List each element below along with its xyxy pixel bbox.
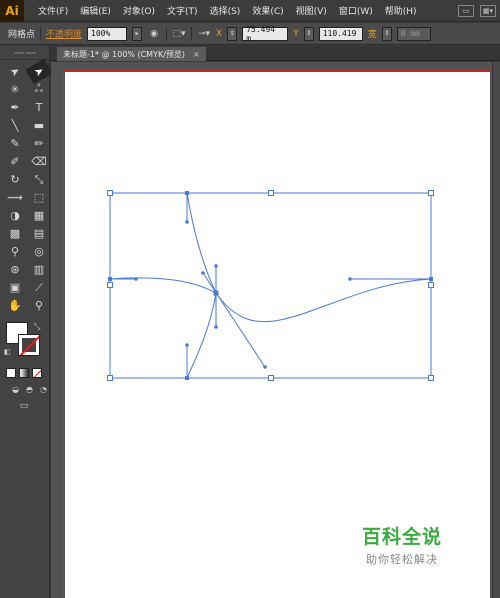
watermark-subtitle: 助你轻松解决 (366, 553, 438, 566)
control-bar: 网格点 不透明度 100% ▸ ◉ ⬚▾ ⊸▾ X ⇕ 75.494 m Y ⇕… (0, 23, 500, 45)
menu-items: 文件(F) 编辑(E) 对象(O) 文字(T) 选择(S) 效果(C) 视图(V… (32, 4, 423, 17)
artboard-tool-icon[interactable]: ▣ (4, 279, 26, 296)
panel-grip[interactable] (0, 46, 49, 60)
opacity-input[interactable]: 100% (87, 26, 128, 41)
document-tab-title: 未标题-1* @ 100% (CMYK/预览) (63, 49, 186, 59)
tools-grid: ➤ ➤ ✳ ஃ ✒ T ╲ ▬ ✎ ✏ ✐ ⌫ ↻ ⤡ ⟿ ⬚ ◑ ▦ ▩ ▤ ⚲ ◎ ⊛ ▥ ▣ ⟋ ✋ ⚲ (0, 58, 53, 314)
menu-type[interactable]: 文字(T) (161, 4, 204, 17)
draw-normal-icon[interactable]: ◒ (10, 384, 21, 394)
anchor-convert-icon[interactable]: ⊸▾ (197, 27, 211, 41)
menu-select[interactable]: 选择(S) (204, 4, 247, 17)
gradient-tool-icon[interactable]: ▤ (28, 225, 50, 242)
none-mode-button[interactable] (32, 368, 42, 378)
opacity-dropdown-icon[interactable]: ▸ (132, 26, 143, 41)
close-icon[interactable]: × (193, 50, 200, 59)
type-tool-icon[interactable]: T (28, 99, 50, 116)
zoom-tool-icon[interactable]: ⚲ (28, 297, 50, 314)
w-stepper[interactable]: ⇕ (381, 26, 392, 41)
blob-brush-tool-icon[interactable]: ✐ (4, 153, 26, 170)
stroke-swatch[interactable] (18, 334, 40, 356)
align-to-icon[interactable]: ⬚▾ (172, 27, 186, 41)
lasso-tool-icon[interactable]: ஃ (28, 81, 50, 98)
blend-tool-icon[interactable]: ◎ (28, 243, 50, 260)
menu-bar: Ai 文件(F) 编辑(E) 对象(O) 文字(T) 选择(S) 效果(C) 视… (0, 0, 500, 22)
y-label: Y (293, 28, 299, 39)
pencil-tool-icon[interactable]: ✏ (28, 135, 50, 152)
eraser-tool-icon[interactable]: ⌫ (28, 153, 50, 170)
document-tab-bar: 未标题-1* @ 100% (CMYK/预览) × (51, 46, 500, 61)
app-logo: Ai (0, 0, 24, 22)
w-input[interactable]: 0 mm (396, 26, 431, 41)
menu-object[interactable]: 对象(O) (117, 4, 161, 17)
menu-window[interactable]: 窗口(W) (333, 4, 379, 17)
magic-wand-tool-icon[interactable]: ✳ (4, 81, 26, 98)
draw-mode-row: ◒ ◓ ◔ (0, 384, 49, 394)
canvas-area[interactable] (51, 62, 500, 598)
column-graph-tool-icon[interactable]: ▥ (28, 261, 50, 278)
swap-fill-stroke-icon[interactable]: ⤡ (34, 322, 40, 332)
perspective-grid-tool-icon[interactable]: ▦ (28, 207, 50, 224)
paintbrush-tool-icon[interactable]: ✎ (4, 135, 26, 152)
pen-tool-icon[interactable]: ✒ (4, 99, 26, 116)
x-input[interactable]: 75.494 m (242, 25, 289, 43)
screen-mode-icon[interactable]: ▭ (16, 400, 32, 412)
artboard[interactable] (63, 70, 492, 598)
rotate-tool-icon[interactable]: ↻ (4, 171, 26, 188)
color-swatches: ⤡ ◧ (0, 320, 49, 364)
separator (166, 26, 168, 41)
draw-behind-icon[interactable]: ◓ (24, 384, 35, 394)
menu-file[interactable]: 文件(F) (32, 4, 74, 17)
draw-inside-icon[interactable]: ◔ (38, 384, 49, 394)
document-tab[interactable]: 未标题-1* @ 100% (CMYK/预览) × (57, 47, 206, 61)
watermark: 百科全说 助你轻松解决 (362, 522, 442, 567)
watermark-title: 百科全说 (362, 526, 443, 548)
y-stepper[interactable]: ⇕ (303, 26, 314, 41)
width-tool-icon[interactable]: ⟿ (4, 189, 26, 206)
menu-view[interactable]: 视图(V) (290, 4, 333, 17)
x-stepper[interactable]: ⇕ (227, 26, 238, 41)
vertical-scrollbar[interactable] (492, 62, 500, 598)
arrange-documents-icon[interactable]: ▦▾ (480, 4, 496, 17)
color-mode-row (0, 368, 49, 378)
mesh-tool-icon[interactable]: ▩ (4, 225, 26, 242)
separator (40, 26, 42, 41)
y-input[interactable]: 110.419 (318, 26, 363, 41)
symbol-sprayer-tool-icon[interactable]: ⊛ (4, 261, 26, 278)
default-colors-icon[interactable]: ◧ (4, 348, 11, 356)
slice-tool-icon[interactable]: ⟋ (28, 279, 50, 296)
menu-right: ▭ ▦▾ (458, 4, 500, 17)
x-label: X (216, 28, 223, 39)
menu-effect[interactable]: 效果(C) (246, 4, 289, 17)
color-mode-button[interactable] (6, 368, 16, 378)
separator (191, 26, 193, 41)
rectangle-tool-icon[interactable]: ▬ (28, 117, 50, 134)
tools-panel: ➤ ➤ ✳ ஃ ✒ T ╲ ▬ ✎ ✏ ✐ ⌫ ↻ ⤡ ⟿ ⬚ ◑ ▦ ▩ ▤ ⚲ ◎ ⊛ ▥ ▣ ⟋ ✋ ⚲ ⤡ ◧ ◒ ◓ ◔ ▭ (0, 46, 53, 598)
gradient-mode-button[interactable] (19, 368, 29, 378)
menu-help[interactable]: 帮助(H) (379, 4, 423, 17)
line-tool-icon[interactable]: ╲ (4, 117, 26, 134)
selection-type-label: 网格点 (8, 30, 36, 40)
menu-edit[interactable]: 编辑(E) (74, 4, 117, 17)
free-transform-tool-icon[interactable]: ⬚ (28, 189, 50, 206)
bridge-icon[interactable]: ▭ (458, 4, 474, 17)
width-icon: 宽 (367, 30, 377, 40)
opacity-label[interactable]: 不透明度 (46, 27, 82, 40)
shape-builder-tool-icon[interactable]: ◑ (4, 207, 26, 224)
hand-tool-icon[interactable]: ✋ (4, 297, 26, 314)
recolor-icon[interactable]: ◉ (147, 27, 161, 41)
eyedropper-tool-icon[interactable]: ⚲ (4, 243, 26, 260)
scale-tool-icon[interactable]: ⤡ (28, 171, 50, 188)
